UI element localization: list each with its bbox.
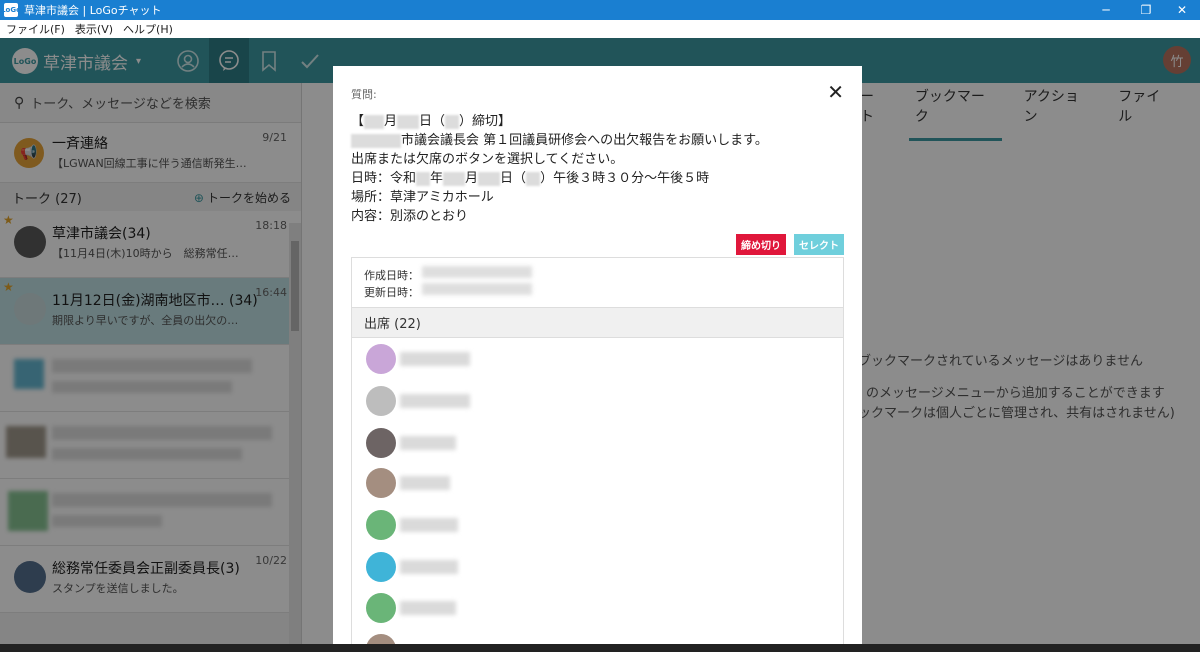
attendee-name (400, 518, 458, 532)
menu-bar: ファイル(F) 表示(V) ヘルプ(H) (0, 20, 1200, 38)
text: ）締切】 (459, 114, 512, 129)
redacted-created-date (422, 266, 532, 278)
redacted (351, 133, 401, 148)
attendee-name (400, 352, 470, 366)
minimize-button[interactable]: ─ (1088, 0, 1124, 20)
redacted (478, 171, 501, 186)
redacted-updated-date (422, 283, 532, 295)
text: ）午後３時３０分～午後５時 (540, 171, 710, 186)
menu-view[interactable]: 表示(V) (75, 21, 113, 37)
created-label: 作成日時： (364, 269, 419, 282)
redacted (397, 114, 420, 129)
attendee-avatar (366, 386, 396, 416)
question-line-2: 市議会議長会 第１回議員研修会への出欠報告をお願いします。 (351, 131, 768, 150)
close-icon[interactable]: ✕ (827, 80, 844, 104)
redacted (443, 171, 466, 186)
attendee-avatar (366, 510, 396, 540)
attendee-name (400, 394, 470, 408)
redacted (416, 171, 431, 186)
menu-help[interactable]: ヘルプ(H) (123, 21, 173, 37)
text: 月 (384, 114, 398, 129)
attendee-avatar (366, 593, 396, 623)
attendee-name (400, 436, 456, 450)
question-line-3: 出席または欠席のボタンを選択してください。 (351, 152, 624, 167)
text: 【 (351, 114, 365, 129)
attendee-name (400, 560, 458, 574)
question-line-1: 【 月 日（ ）締切】 (351, 112, 768, 131)
question-modal: 質問: ✕ 【月日（ ）締切】 市議会議長会 第１回議員研修会への出欠報告をお願い… (333, 66, 862, 652)
redacted (364, 114, 385, 129)
tags: 締め切り セレクト (728, 234, 844, 255)
window-titlebar: LoGo 草津市議会 | LoGoチャット ─ ❐ ✕ (0, 0, 1200, 20)
question-label: 質問: (351, 88, 377, 101)
select-badge: セレクト (794, 234, 844, 255)
os-taskbar (0, 644, 1200, 652)
updated-label: 更新日時： (364, 286, 419, 299)
text: 年 (430, 171, 444, 186)
question-line-6: 内容：別添のとおり (351, 209, 469, 224)
close-window-button[interactable]: ✕ (1164, 0, 1200, 20)
attendee-avatar (366, 552, 396, 582)
attendee-name (400, 601, 456, 615)
text: 月 (465, 171, 479, 186)
question-body: 【月日（ ）締切】 市議会議長会 第１回議員研修会への出欠報告をお願いします。 出… (351, 112, 768, 226)
menu-file[interactable]: ファイル(F) (6, 21, 65, 37)
window-title: 草津市議会 | LoGoチャット (24, 4, 162, 17)
question-line-5: 場所：草津アミカホール (351, 190, 494, 205)
redacted (526, 171, 541, 186)
attendee-avatar (366, 344, 396, 374)
text: 市議会議長会 第１回議員研修会への出欠報告をお願いします。 (401, 133, 768, 148)
app-logo-icon: LoGo (1, 3, 21, 17)
attendee-name (400, 476, 450, 490)
attendance-header[interactable]: 出席 (22) (351, 307, 844, 338)
attendee-avatar (366, 468, 396, 498)
redacted (445, 114, 460, 129)
restore-button[interactable]: ❐ (1128, 0, 1164, 20)
text: 日（ (500, 171, 527, 186)
question-line-4: 日時：令和年 月 日（ ）午後３時３０分～午後５時 (351, 169, 768, 188)
text: 日時：令和 (351, 171, 417, 186)
attendee-list (351, 338, 844, 652)
text: 日（ (419, 114, 446, 129)
deadline-badge: 締め切り (736, 234, 786, 255)
date-info-box: 作成日時： 更新日時： (351, 257, 844, 309)
attendee-avatar (366, 428, 396, 458)
